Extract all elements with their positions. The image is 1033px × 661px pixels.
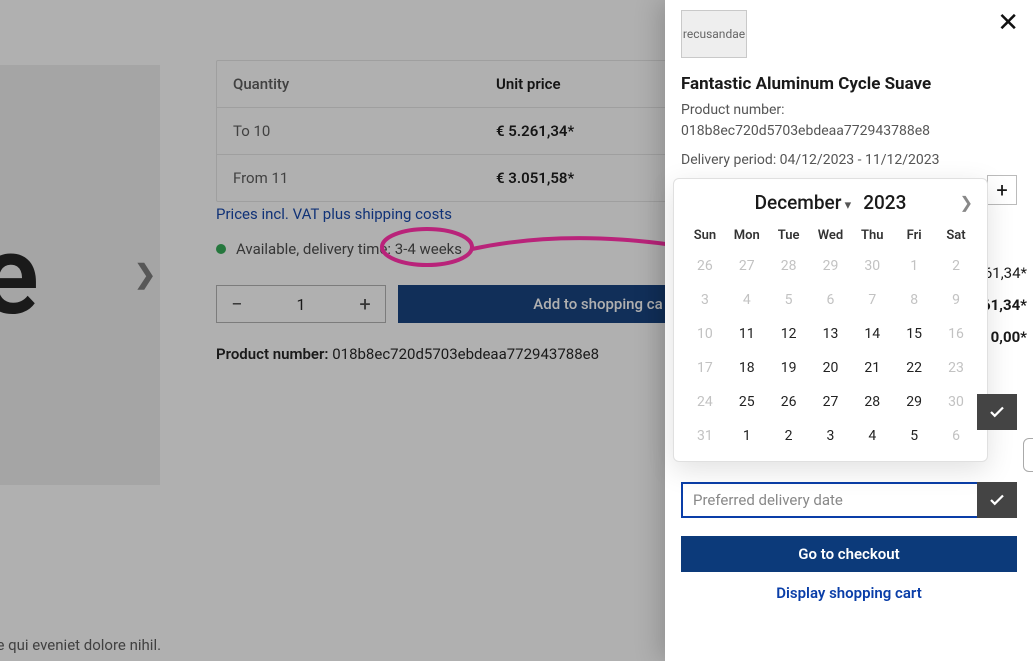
calendar-day: 31 [684, 419, 726, 453]
calendar-day[interactable]: 14 [851, 317, 893, 351]
calendar-day: 30 [935, 385, 977, 419]
qty-plus-button[interactable]: + [345, 286, 385, 322]
calendar-day: 3 [684, 283, 726, 317]
calendar-day: 10 [684, 317, 726, 351]
calendar-day: 26 [684, 249, 726, 283]
calendar-day[interactable]: 28 [851, 385, 893, 419]
calendar-day[interactable]: 13 [810, 317, 852, 351]
availability-dot-icon [216, 244, 226, 254]
calendar-next-icon[interactable]: ❯ [960, 193, 973, 212]
calendar-day: 29 [810, 249, 852, 283]
calendar-day: 30 [851, 249, 893, 283]
availability-text: Available, delivery time: 3-4 weeks [236, 240, 462, 258]
calendar-day: 1 [893, 249, 935, 283]
description-fragment: . Quasi modi vitae ipsam tempora et. Nih… [0, 636, 161, 654]
calendar-grid: SunMonTueWedThuFriSat 262728293012345678… [684, 222, 977, 453]
calendar-day[interactable]: 21 [851, 351, 893, 385]
calendar-day[interactable]: 15 [893, 317, 935, 351]
calendar-day[interactable]: 11 [726, 317, 768, 351]
calendar-day[interactable]: 22 [893, 351, 935, 385]
calendar-day[interactable]: 4 [851, 419, 893, 453]
calendar-day: 16 [935, 317, 977, 351]
calendar-day[interactable]: 20 [810, 351, 852, 385]
calendar-dow: Sun [684, 222, 726, 249]
calendar-day: 28 [768, 249, 810, 283]
calendar-day: 6 [810, 283, 852, 317]
calendar-day: 23 [935, 351, 977, 385]
calendar-day[interactable]: 5 [893, 419, 935, 453]
cart-drawer: ✕ recusandae Fantastic Aluminum Cycle Su… [665, 0, 1033, 661]
pricing-qty: To 10 [233, 122, 496, 140]
availability-line: Available, delivery time: 3-4 weeks [216, 240, 462, 258]
display-cart-link[interactable]: Display shopping cart [665, 584, 1033, 602]
edge-widget[interactable] [1023, 438, 1033, 472]
date-picker-popover: December 2023 ❯ SunMonTueWedThuFriSat 26… [673, 178, 988, 462]
calendar-month-select[interactable]: December [755, 191, 852, 214]
calendar-day: 17 [684, 351, 726, 385]
delivery-date-placeholder: Preferred delivery date [693, 491, 843, 509]
go-to-checkout-button[interactable]: Go to checkout [681, 536, 1017, 572]
drawer-delivery-period: Delivery period: 04/12/2023 - 11/12/2023 [681, 152, 1017, 168]
confirm-button[interactable] [977, 394, 1017, 430]
product-number-label: Product number: [216, 345, 328, 363]
calendar-dow: Wed [810, 222, 852, 249]
calendar-dow: Thu [851, 222, 893, 249]
calendar-dow: Tue [768, 222, 810, 249]
calendar-day: 5 [768, 283, 810, 317]
calendar-header: December 2023 ❯ [684, 191, 977, 214]
calendar-day: 6 [935, 419, 977, 453]
hero-next-icon[interactable]: ❯ [134, 260, 154, 290]
hero-text-fragment: dae [0, 211, 37, 340]
confirm-date-button[interactable] [977, 482, 1017, 518]
calendar-day: 8 [893, 283, 935, 317]
calendar-year[interactable]: 2023 [863, 191, 906, 214]
calendar-dow: Fri [893, 222, 935, 249]
qty-value: 1 [257, 295, 345, 314]
check-icon [988, 491, 1006, 509]
calendar-day: 2 [935, 249, 977, 283]
pricing-qty: From 11 [233, 169, 496, 187]
calendar-day[interactable]: 1 [726, 419, 768, 453]
calendar-day[interactable]: 3 [810, 419, 852, 453]
thumbnail-text: recusandae [683, 27, 745, 41]
calendar-dow: Mon [726, 222, 768, 249]
calendar-day[interactable]: 27 [810, 385, 852, 419]
calendar-day: 7 [851, 283, 893, 317]
product-number-value: 018b8ec720d5703ebdeaa772943788e8 [332, 345, 599, 363]
drawer-product-number: Product number: 018b8ec720d5703ebdeaa772… [681, 100, 1017, 142]
product-thumbnail: recusandae [681, 10, 747, 58]
vat-info-link[interactable]: Prices incl. VAT plus shipping costs [216, 205, 452, 223]
product-hero-image: dae ❯ [0, 65, 160, 485]
calendar-day: 24 [684, 385, 726, 419]
drawer-product-name: Fantastic Aluminum Cycle Suave [681, 74, 1017, 94]
qty-plus-button[interactable]: + [987, 175, 1017, 205]
calendar-day[interactable]: 29 [893, 385, 935, 419]
calendar-day: 27 [726, 249, 768, 283]
close-icon[interactable]: ✕ [997, 8, 1019, 38]
calendar-dow: Sat [935, 222, 977, 249]
calendar-day[interactable]: 2 [768, 419, 810, 453]
calendar-day[interactable]: 19 [768, 351, 810, 385]
product-number-line: Product number: 018b8ec720d5703ebdeaa772… [216, 345, 599, 363]
delivery-date-input[interactable]: Preferred delivery date [681, 482, 981, 518]
qty-minus-button[interactable]: − [217, 286, 257, 322]
calendar-day[interactable]: 25 [726, 385, 768, 419]
calendar-day[interactable]: 12 [768, 317, 810, 351]
check-icon [988, 403, 1006, 421]
calendar-day: 4 [726, 283, 768, 317]
calendar-day[interactable]: 18 [726, 351, 768, 385]
calendar-day: 9 [935, 283, 977, 317]
calendar-day[interactable]: 26 [768, 385, 810, 419]
quantity-stepper[interactable]: − 1 + [216, 285, 386, 323]
pricing-header-qty: Quantity [233, 75, 496, 93]
